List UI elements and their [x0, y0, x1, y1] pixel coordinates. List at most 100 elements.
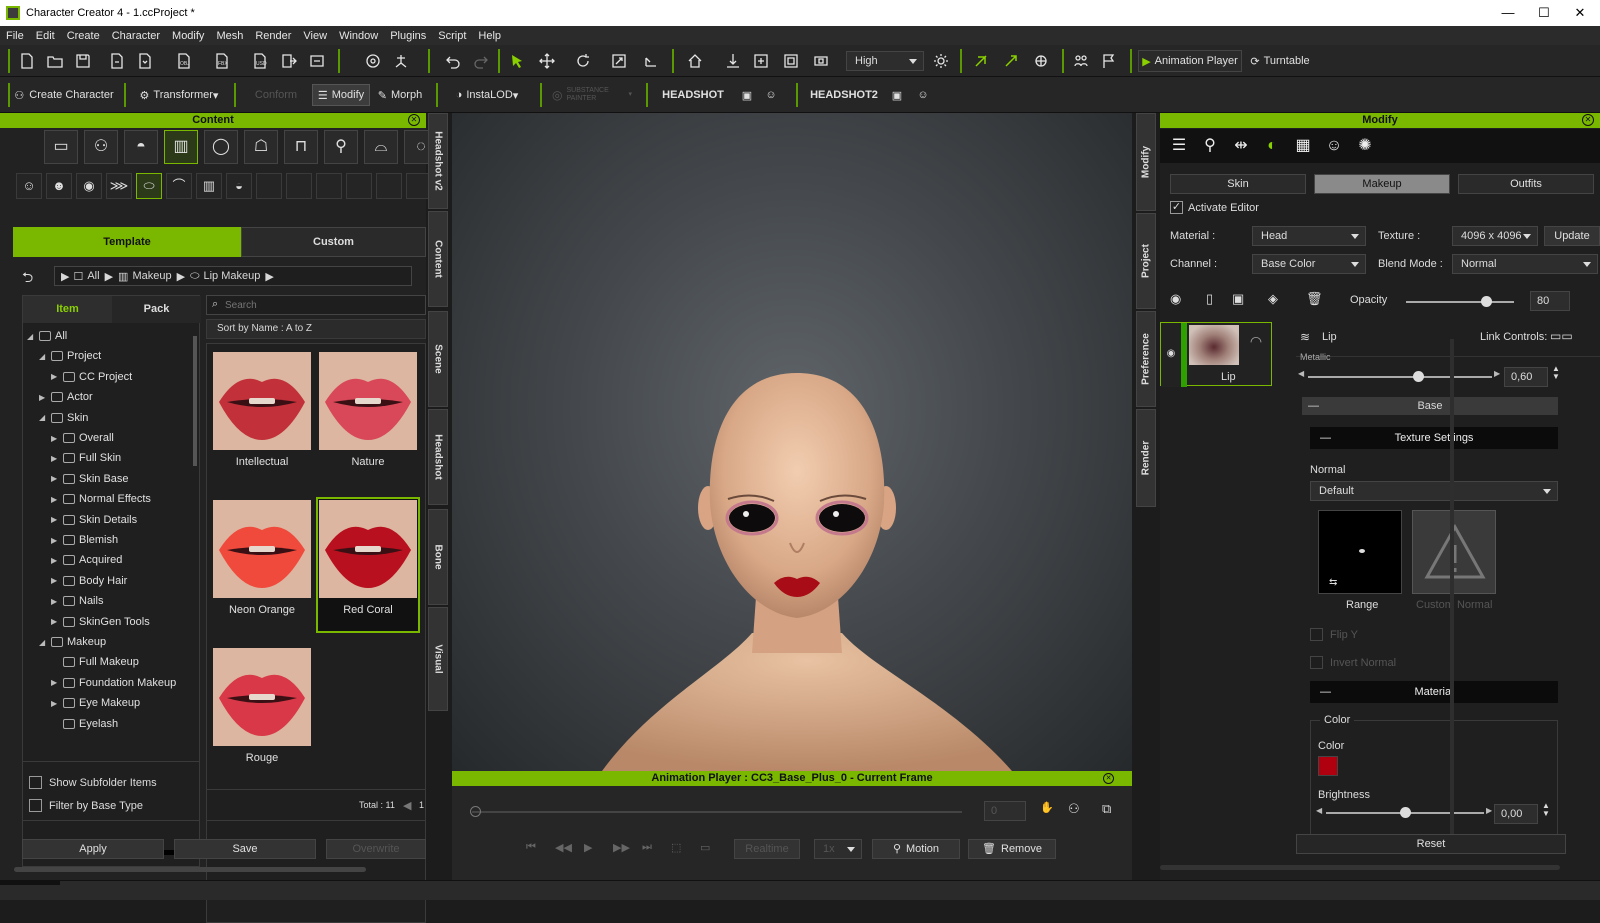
- lip-thumbnail[interactable]: [213, 352, 311, 450]
- link-controls-icon[interactable]: ▭▭: [1550, 329, 1573, 343]
- brightness-slider-knob[interactable]: [1400, 807, 1411, 818]
- turntable-button[interactable]: ⟳ Turntable: [1246, 50, 1314, 72]
- tree-item[interactable]: Eyelash: [51, 714, 118, 734]
- back-icon[interactable]: ⮌: [22, 267, 42, 285]
- select-arrow-icon[interactable]: [506, 50, 528, 72]
- flag-icon[interactable]: [1098, 50, 1120, 72]
- vtab-headshot[interactable]: Headshot: [428, 409, 448, 505]
- headshot2-settings-icon[interactable]: ▣: [888, 84, 906, 106]
- vtab-content[interactable]: Content: [428, 211, 448, 307]
- lip-thumbnail[interactable]: [213, 648, 311, 746]
- new-file-icon[interactable]: [16, 50, 38, 72]
- menu-mesh[interactable]: Mesh: [210, 30, 249, 42]
- 3d-viewport[interactable]: [452, 113, 1132, 771]
- makeup-editor-icon[interactable]: ◐: [1259, 133, 1285, 159]
- frame-icon[interactable]: [750, 50, 772, 72]
- caption-icon[interactable]: ▭: [700, 841, 710, 854]
- instalod-button[interactable]: ◑ InstaLOD ▾: [446, 84, 528, 106]
- lip-thumbnail[interactable]: [319, 352, 417, 450]
- body-icon[interactable]: ⚇: [84, 130, 118, 164]
- eyebrow-icon[interactable]: ⌒: [166, 173, 192, 199]
- tree-expand-icon[interactable]: ◢: [39, 638, 49, 647]
- undo-icon[interactable]: [442, 50, 464, 72]
- normal-dropdown[interactable]: Default: [1310, 481, 1558, 501]
- tree-expand-icon[interactable]: ▶: [51, 434, 61, 443]
- invert-normal-checkbox[interactable]: [1310, 656, 1323, 669]
- subtab-item[interactable]: Item: [23, 296, 112, 323]
- obj-export-icon[interactable]: OBJ: [170, 50, 198, 72]
- subtab-pack[interactable]: Pack: [112, 296, 201, 323]
- tree-expand-icon[interactable]: ▶: [39, 393, 49, 402]
- tree-item[interactable]: ▶ Skin Details: [51, 510, 137, 530]
- tree-item[interactable]: ◢ Skin: [39, 408, 88, 428]
- quality-dropdown[interactable]: High: [846, 51, 924, 71]
- scene-icon[interactable]: ⌓: [364, 130, 398, 164]
- channel-dropdown[interactable]: Base Color: [1252, 254, 1366, 274]
- skin-icon[interactable]: ◓: [124, 130, 158, 164]
- next-frame-icon[interactable]: ▶▶: [613, 841, 630, 854]
- people-icon[interactable]: [1070, 50, 1092, 72]
- pivot-icon[interactable]: [640, 50, 662, 72]
- headshot2-button[interactable]: HEADSHOT2: [804, 84, 884, 106]
- color-swatch[interactable]: [1318, 756, 1338, 776]
- morph-button[interactable]: ✎ Morph: [374, 84, 426, 106]
- lip-thumbnail[interactable]: [213, 500, 311, 598]
- headshot2-face-icon[interactable]: ☺: [914, 84, 932, 106]
- custom-normal-texture-slot[interactable]: [1412, 510, 1496, 594]
- vtab-render[interactable]: Render: [1136, 409, 1156, 507]
- visibility-icon[interactable]: ◉: [1170, 291, 1181, 307]
- menu-file[interactable]: File: [0, 30, 30, 42]
- layer-visibility-icon[interactable]: ◉: [1161, 323, 1181, 387]
- motion-icon[interactable]: ⚲: [1197, 133, 1223, 159]
- tab-skin[interactable]: Skin: [1170, 174, 1306, 194]
- tree-item[interactable]: ▶ SkinGen Tools: [51, 612, 150, 632]
- headshot-settings-icon[interactable]: ▣: [738, 84, 756, 106]
- tree-item[interactable]: ▶ Acquired: [51, 550, 122, 570]
- menu-window[interactable]: Window: [333, 30, 384, 42]
- tree-item[interactable]: ◢ Makeup: [39, 632, 106, 652]
- skip-start-icon[interactable]: ⏮: [526, 841, 536, 854]
- tree-item[interactable]: ▶ Actor: [39, 387, 93, 407]
- settings-sliders-icon[interactable]: ☰: [1166, 133, 1192, 159]
- remove-button[interactable]: 🗑 Remove: [968, 839, 1056, 859]
- realtime-button[interactable]: Realtime: [734, 839, 800, 859]
- activate-editor-checkbox[interactable]: ✓: [1170, 201, 1183, 214]
- tree-expand-icon[interactable]: ▶: [51, 556, 61, 565]
- minimize-button[interactable]: —: [1490, 0, 1526, 26]
- lip-thumbnail[interactable]: [319, 500, 417, 598]
- breadcrumb-makeup[interactable]: Makeup: [132, 270, 171, 282]
- layer-blend-icon[interactable]: ◈: [1268, 291, 1278, 307]
- tree-scrollbar[interactable]: [193, 336, 197, 466]
- pose-icon[interactable]: [390, 50, 412, 72]
- delete-layer-icon[interactable]: 🗑: [1306, 291, 1323, 307]
- blush-icon[interactable]: ▥: [196, 173, 222, 199]
- menu-plugins[interactable]: Plugins: [384, 30, 432, 42]
- pose-icon[interactable]: ⚲: [324, 130, 358, 164]
- send-icon[interactable]: [278, 50, 300, 72]
- checker-icon[interactable]: ▦: [1290, 133, 1316, 159]
- tab-outfits[interactable]: Outfits: [1458, 174, 1594, 194]
- adjust-icon[interactable]: ⇹: [1228, 133, 1254, 159]
- vtab-modify[interactable]: Modify: [1136, 113, 1156, 211]
- tree-item[interactable]: ◢ Project: [39, 346, 101, 366]
- metallic-slider-knob[interactable]: [1413, 371, 1425, 382]
- render-icon[interactable]: [306, 50, 328, 72]
- menu-edit[interactable]: Edit: [30, 30, 61, 42]
- menu-view[interactable]: View: [297, 30, 333, 42]
- opacity-slider-knob[interactable]: [1481, 296, 1492, 307]
- eye-icon[interactable]: ◉: [76, 173, 102, 199]
- prev-page-icon[interactable]: ◀: [403, 799, 411, 812]
- menu-script[interactable]: Script: [432, 30, 472, 42]
- apply-button[interactable]: Apply: [22, 839, 164, 859]
- menu-render[interactable]: Render: [249, 30, 297, 42]
- skip-end-icon[interactable]: ⏭: [642, 841, 652, 854]
- flip-y-checkbox[interactable]: [1310, 628, 1323, 641]
- brightness-input[interactable]: 0,00: [1494, 804, 1538, 824]
- loop-icon[interactable]: ⬚: [671, 841, 681, 854]
- texture-settings-header[interactable]: — Texture Settings: [1310, 427, 1558, 449]
- reset-button[interactable]: Reset: [1296, 834, 1566, 854]
- fbx-export-icon[interactable]: FBX: [208, 50, 236, 72]
- breadcrumb-all[interactable]: All: [87, 270, 99, 282]
- timeline-track[interactable]: [472, 811, 962, 813]
- metallic-slider[interactable]: [1308, 371, 1492, 382]
